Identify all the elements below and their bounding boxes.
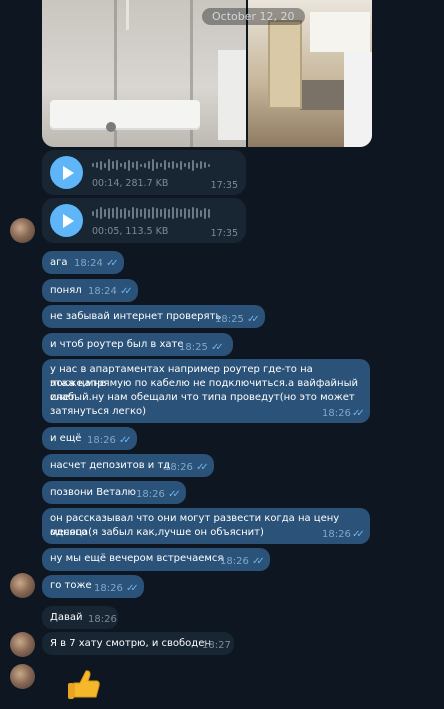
message-time: 18:26 <box>94 583 123 594</box>
avatar[interactable] <box>10 573 35 598</box>
avatar[interactable] <box>10 664 35 689</box>
double-check-icon: ✓✓ <box>106 258 119 269</box>
fridge <box>344 52 372 147</box>
double-check-icon: ✓✓ <box>168 489 181 500</box>
message-bubble[interactable]: насчет депозитов и тд 18:26 ✓✓ <box>42 454 214 477</box>
play-icon[interactable] <box>50 204 83 237</box>
message-time: 18:26 <box>322 529 351 540</box>
voice-time: 17:35 <box>210 228 238 239</box>
message-text: Давай <box>50 612 83 623</box>
message-text: и чтоб роутер был в хате <box>50 339 184 350</box>
message-bubble[interactable]: позвони Веталю 18:26 ✓✓ <box>42 481 186 504</box>
message-time: 18:26 <box>136 489 165 500</box>
message-bubble[interactable]: ага 18:24 ✓✓ <box>42 251 124 274</box>
voice-message[interactable]: 00:14, 281.7 KB 17:35 <box>42 150 246 195</box>
message-text: насчет депозитов и тд <box>50 460 171 471</box>
message-text: го тоже <box>50 580 92 591</box>
message-line: затянуться легко) <box>50 406 147 417</box>
message-text: не забывай интернет проверять <box>50 311 222 322</box>
message-bubble[interactable]: не забывай интернет проверять 18:25 ✓✓ <box>42 305 265 328</box>
message-bubble[interactable]: у нас в апартаментах например роутер где… <box>42 359 370 423</box>
message-bubble[interactable]: он рассказывал что они могут развести ко… <box>42 508 370 544</box>
double-check-icon: ✓✓ <box>247 314 260 325</box>
double-check-icon: ✓✓ <box>352 529 365 540</box>
voice-message[interactable]: 00:05, 113.5 KB 17:35 <box>42 198 246 243</box>
message-bubble[interactable]: и чтоб роутер был в хате 18:25 ✓✓ <box>42 333 233 356</box>
shower-pole <box>126 0 129 30</box>
double-check-icon: ✓✓ <box>120 286 133 297</box>
message-time: 18:24 <box>88 286 117 297</box>
message-text: понял <box>50 285 82 296</box>
waveform[interactable] <box>92 158 238 172</box>
double-check-icon: ✓✓ <box>196 462 209 473</box>
message-time: 18:25 <box>215 314 244 325</box>
voice-meta: 00:05, 113.5 KB <box>92 226 169 237</box>
double-check-icon: ✓✓ <box>126 583 139 594</box>
message-time: 18:26 <box>220 556 249 567</box>
drain <box>106 122 116 132</box>
message-time: 18:26 <box>88 614 117 625</box>
message-time: 18:24 <box>74 258 103 269</box>
message-line: слабый.ну нам обещали что типа проведут(… <box>50 392 355 403</box>
double-check-icon: ✓✓ <box>211 342 224 353</box>
voice-time: 17:35 <box>210 180 238 191</box>
double-check-icon: ✓✓ <box>119 435 132 446</box>
message-bubble[interactable]: понял 18:24 ✓✓ <box>42 279 138 302</box>
thumbs-up-icon <box>68 670 100 699</box>
message-bubble[interactable]: го тоже 18:26 ✓✓ <box>42 575 144 598</box>
message-time: 18:27 <box>202 640 231 651</box>
message-text: ага <box>50 257 68 268</box>
double-check-icon: ✓✓ <box>252 556 265 567</box>
message-bubble[interactable]: Давай 18:26 <box>42 606 118 629</box>
message-text: и ещё <box>50 433 82 444</box>
message-bubble[interactable]: ну мы ещё вечером встречаемся 18:26 ✓✓ <box>42 548 270 571</box>
message-text: позвони Веталю <box>50 487 136 498</box>
double-check-icon: ✓✓ <box>352 408 365 419</box>
kitchen-cabinets <box>310 12 370 52</box>
photo-album[interactable]: October 12, 20 <box>42 0 372 147</box>
message-bubble[interactable]: и ещё 18:26 ✓✓ <box>42 427 137 450</box>
waveform[interactable] <box>92 206 238 220</box>
date-chip: October 12, 20 <box>202 8 305 25</box>
door <box>268 20 302 109</box>
play-icon[interactable] <box>50 156 83 189</box>
message-time: 18:25 <box>179 342 208 353</box>
message-time: 18:26 <box>164 462 193 473</box>
message-bubble[interactable]: Я в 7 хату смотрю, и свободен 18:27 <box>42 632 234 655</box>
avatar[interactable] <box>10 632 35 657</box>
message-line: месяца(я забыл как,лучше он объяснит) <box>50 527 264 538</box>
voice-meta: 00:14, 281.7 KB <box>92 178 169 189</box>
message-text: Я в 7 хату смотрю, и свободен <box>50 638 211 649</box>
shower-tray <box>50 100 200 130</box>
message-time: 18:26 <box>87 435 116 446</box>
message-text: ну мы ещё вечером встречаемся <box>50 553 224 564</box>
avatar[interactable] <box>10 218 35 243</box>
cabinet <box>218 50 246 140</box>
thumbs-up-sticker[interactable] <box>64 665 104 705</box>
message-time: 18:26 <box>322 408 351 419</box>
